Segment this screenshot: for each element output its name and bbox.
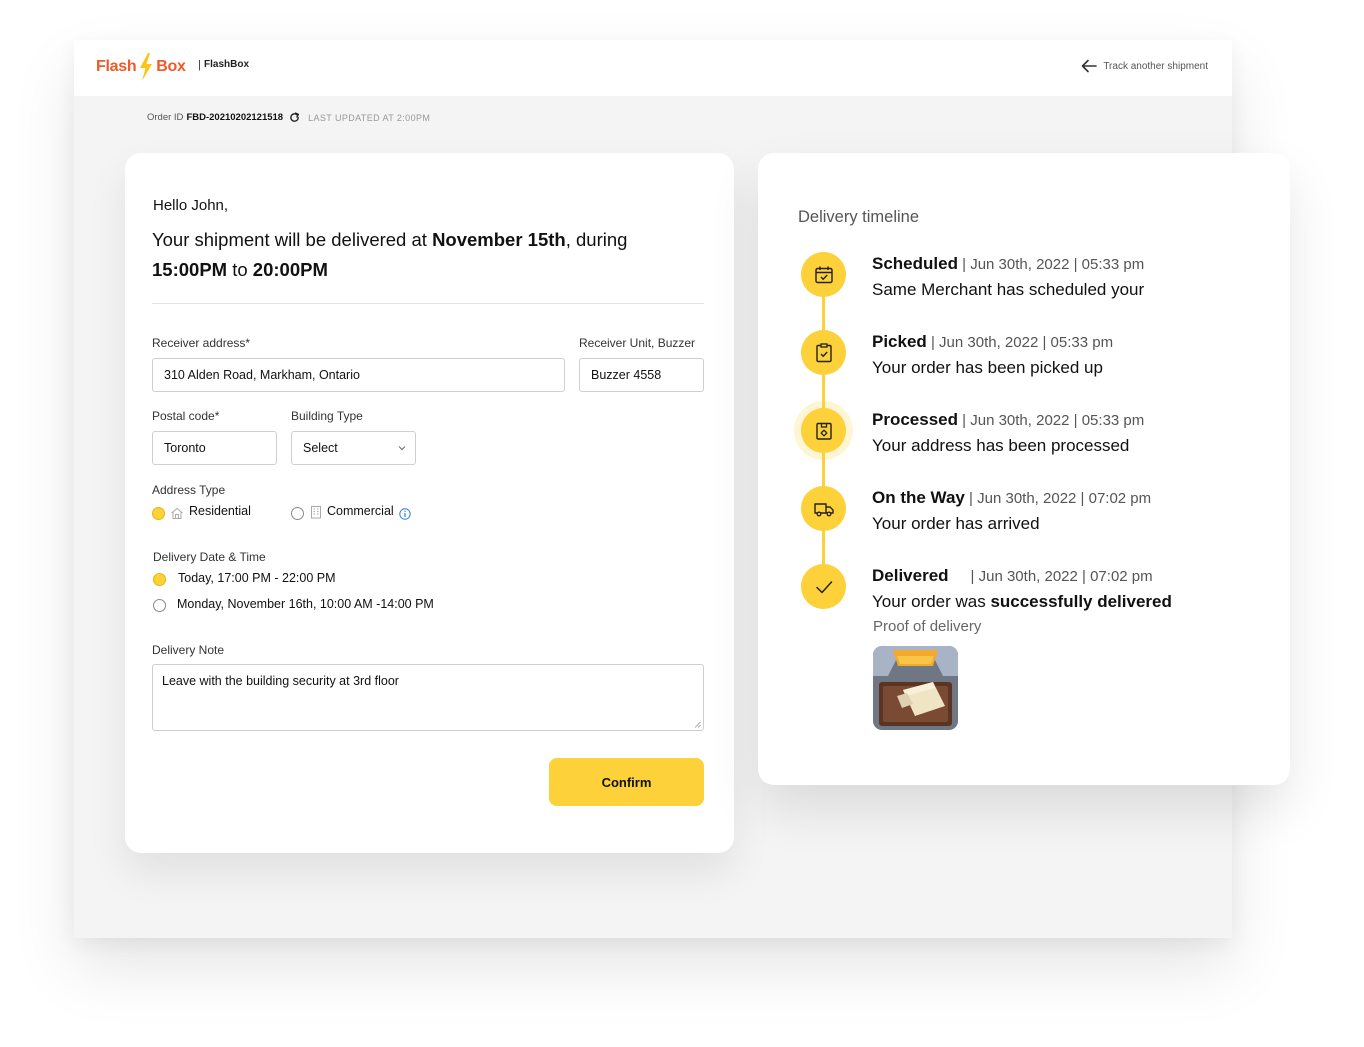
lightning-bolt-icon xyxy=(140,53,153,81)
receiver-address-input[interactable]: 310 Alden Road, Markham, Ontario xyxy=(152,358,565,392)
timeline-description: Your order has been picked up xyxy=(872,358,1103,377)
receiver-unit-input[interactable]: Buzzer 4558 xyxy=(579,358,704,392)
proof-of-delivery-photo[interactable] xyxy=(873,646,958,730)
clipboard-check-icon xyxy=(801,330,846,375)
info-icon[interactable] xyxy=(399,508,411,520)
timeline-status: Picked xyxy=(872,332,927,351)
residential-label[interactable]: Residential xyxy=(189,504,251,518)
delivery-timeline-card: Delivery timeline Scheduled | Jun 30th, … xyxy=(758,153,1290,785)
chevron-down-icon xyxy=(398,446,406,451)
building-icon xyxy=(311,506,321,519)
checkmark-icon xyxy=(801,564,846,609)
timeline-timestamp: | Jun 30th, 2022 | 07:02 pm xyxy=(970,568,1153,585)
last-updated-text: LAST UPDATED AT 2:00PM xyxy=(308,112,431,123)
delivery-note-text: Leave with the building security at 3rd … xyxy=(162,674,399,688)
postal-code-input[interactable]: Toronto xyxy=(152,431,277,465)
timeline-description-emphasis: successfully delivered xyxy=(990,592,1172,611)
timeline-step-picked: Picked | Jun 30th, 2022 | 05:33 pm xyxy=(872,332,1113,352)
timeline-timestamp: | Jun 30th, 2022 | 05:33 pm xyxy=(957,256,1145,273)
building-type-value: Select xyxy=(303,441,338,455)
postal-code-label: Postal code* xyxy=(152,409,220,423)
timeline-description: Your order has arrived xyxy=(872,514,1040,533)
logo-text-box: Box xyxy=(156,58,186,75)
track-another-shipment-link[interactable]: Track another shipment xyxy=(1081,59,1208,73)
timeline-status: On the Way xyxy=(872,488,965,507)
delivery-option-today-label[interactable]: Today, 17:00 PM - 22:00 PM xyxy=(178,571,336,585)
timeline-status: Processed xyxy=(872,410,958,429)
order-meta: Order ID FBD-20210202121518 LAST UPDATED… xyxy=(147,112,430,123)
flashbox-logo[interactable]: Flash Box xyxy=(96,52,186,82)
confirm-button[interactable]: Confirm xyxy=(549,758,704,806)
headline-time-to: 20:00PM xyxy=(252,259,328,280)
truck-icon xyxy=(801,486,846,531)
headline-date: November 15th xyxy=(432,229,566,250)
house-icon xyxy=(171,507,183,519)
timeline-status: Delivered xyxy=(872,566,949,585)
brand-separator: | xyxy=(198,59,201,71)
track-link-label: Track another shipment xyxy=(1103,60,1208,72)
timeline-description: Your address has been processed xyxy=(872,436,1130,455)
building-type-label: Building Type xyxy=(291,409,363,423)
proof-of-delivery-label: Proof of delivery xyxy=(873,618,982,635)
timeline-status: Scheduled xyxy=(872,254,958,273)
timeline-description: Your order was successfully delivered xyxy=(872,592,1172,612)
divider xyxy=(152,303,704,304)
logo-text-flash: Flash xyxy=(96,58,137,75)
order-id-value: FBD-20210202121518 xyxy=(186,112,284,123)
timeline-description: Same Merchant has scheduled your xyxy=(872,280,1145,299)
timeline-timestamp: | Jun 30th, 2022 | 05:33 pm xyxy=(958,412,1145,429)
timeline-description-text: Your order was xyxy=(872,592,991,611)
timeline-timestamp: | Jun 30th, 2022 | 07:02 pm xyxy=(964,490,1152,507)
delivery-option-today-radio[interactable] xyxy=(153,573,166,586)
timeline-timestamp: | Jun 30th, 2022 | 05:33 pm xyxy=(926,334,1114,351)
commercial-label[interactable]: Commercial xyxy=(327,504,394,518)
receiver-address-label: Receiver address* xyxy=(152,336,251,350)
timeline-step-delivered: Delivered | Jun 30th, 2022 | 07:02 pm xyxy=(872,566,1153,586)
delivery-headline: Your shipment will be delivered at Novem… xyxy=(152,225,712,285)
address-type-label: Address Type xyxy=(152,483,226,497)
brand-name: FlashBox xyxy=(204,59,250,70)
timeline-step-processed: Processed | Jun 30th, 2022 | 05:33 pm xyxy=(872,410,1144,430)
headline-text: , during xyxy=(565,229,628,250)
delivery-option-monday-radio[interactable] xyxy=(153,599,166,612)
commercial-radio[interactable] xyxy=(291,507,304,520)
building-type-select[interactable]: Select xyxy=(291,431,416,465)
delivery-note-textarea[interactable]: Leave with the building security at 3rd … xyxy=(152,664,704,731)
residential-radio[interactable] xyxy=(152,507,165,520)
refresh-icon[interactable] xyxy=(289,112,300,123)
headline-time-from: 15:00PM xyxy=(152,259,228,280)
delivery-form-card: Hello John, Your shipment will be delive… xyxy=(125,153,734,853)
receiver-unit-label: Receiver Unit, Buzzer xyxy=(579,336,696,350)
order-id-label: Order ID xyxy=(147,112,184,123)
timeline-step-on-the-way: On the Way | Jun 30th, 2022 | 07:02 pm xyxy=(872,488,1151,508)
timeline-title: Delivery timeline xyxy=(798,208,920,226)
greeting: Hello John, xyxy=(153,197,229,214)
calendar-check-icon xyxy=(801,252,846,297)
box-gear-icon xyxy=(801,408,846,453)
arrow-left-icon xyxy=(1082,59,1098,73)
headline-text: to xyxy=(227,259,253,280)
delivery-option-monday-label[interactable]: Monday, November 16th, 10:00 AM -14:00 P… xyxy=(177,597,434,611)
resize-grip-icon[interactable] xyxy=(694,721,701,728)
timeline-step-scheduled: Scheduled | Jun 30th, 2022 | 05:33 pm xyxy=(872,254,1144,274)
delivery-date-time-label: Delivery Date & Time xyxy=(153,550,266,564)
delivery-note-label: Delivery Note xyxy=(152,643,225,657)
headline-text: Your shipment will be delivered at xyxy=(152,229,433,250)
top-bar: Flash Box | FlashBox Track another shipm… xyxy=(74,40,1232,96)
